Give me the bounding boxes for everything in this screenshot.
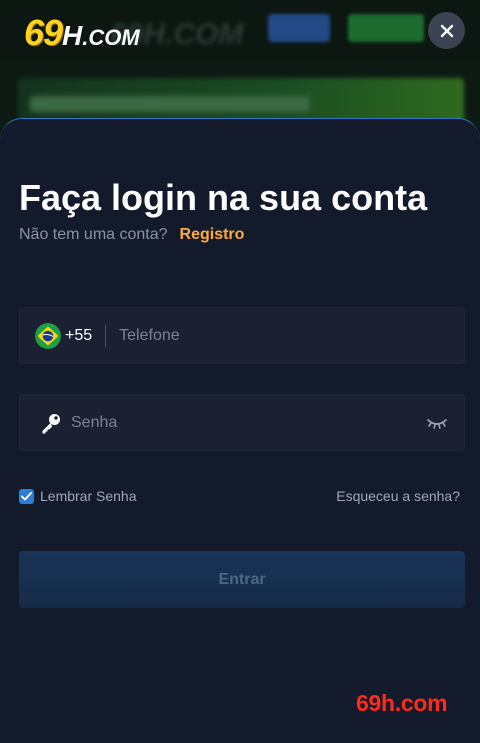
eye-closed-icon[interactable] [426, 416, 448, 430]
password-input[interactable]: Senha [71, 414, 426, 432]
login-button[interactable]: Entrar [19, 551, 465, 608]
page-title: Faça login na sua conta [19, 177, 428, 218]
key-icon [42, 413, 60, 433]
password-field[interactable]: Senha [19, 394, 465, 451]
no-account-text: Não tem uma conta? [19, 226, 168, 243]
remember-label[interactable]: Lembrar Senha [40, 488, 137, 504]
screen: 69H.COM 69 H .COM Faça login na sua cont… [0, 0, 480, 743]
country-code[interactable]: +55 [65, 327, 92, 345]
phone-input[interactable]: Telefone [119, 327, 180, 345]
brazil-flag-icon[interactable] [35, 322, 61, 349]
close-icon [440, 24, 453, 37]
close-button[interactable] [428, 12, 465, 49]
field-divider [105, 324, 107, 347]
watermark: 69h.com [356, 690, 448, 716]
logo-number: 69 [24, 12, 63, 53]
logo-letter: H [62, 20, 83, 51]
phone-field[interactable]: +55 Telefone [19, 307, 465, 364]
remember-checkbox[interactable] [19, 488, 34, 504]
background-login-button [268, 14, 330, 42]
forgot-password-link[interactable]: Esqueceu a senha? [336, 488, 460, 504]
login-sheet: Faça login na sua conta Não tem uma cont… [0, 118, 480, 743]
background-banner-text [30, 96, 310, 112]
remember-password[interactable]: Lembrar Senha [19, 488, 137, 504]
register-prompt: Não tem uma conta? Registro [19, 226, 244, 244]
brand-logo: 69 H .COM [24, 12, 140, 53]
logo-domain: .COM [82, 25, 140, 50]
register-link[interactable]: Registro [180, 226, 245, 243]
background-register-button [348, 14, 424, 42]
check-icon [21, 491, 32, 500]
